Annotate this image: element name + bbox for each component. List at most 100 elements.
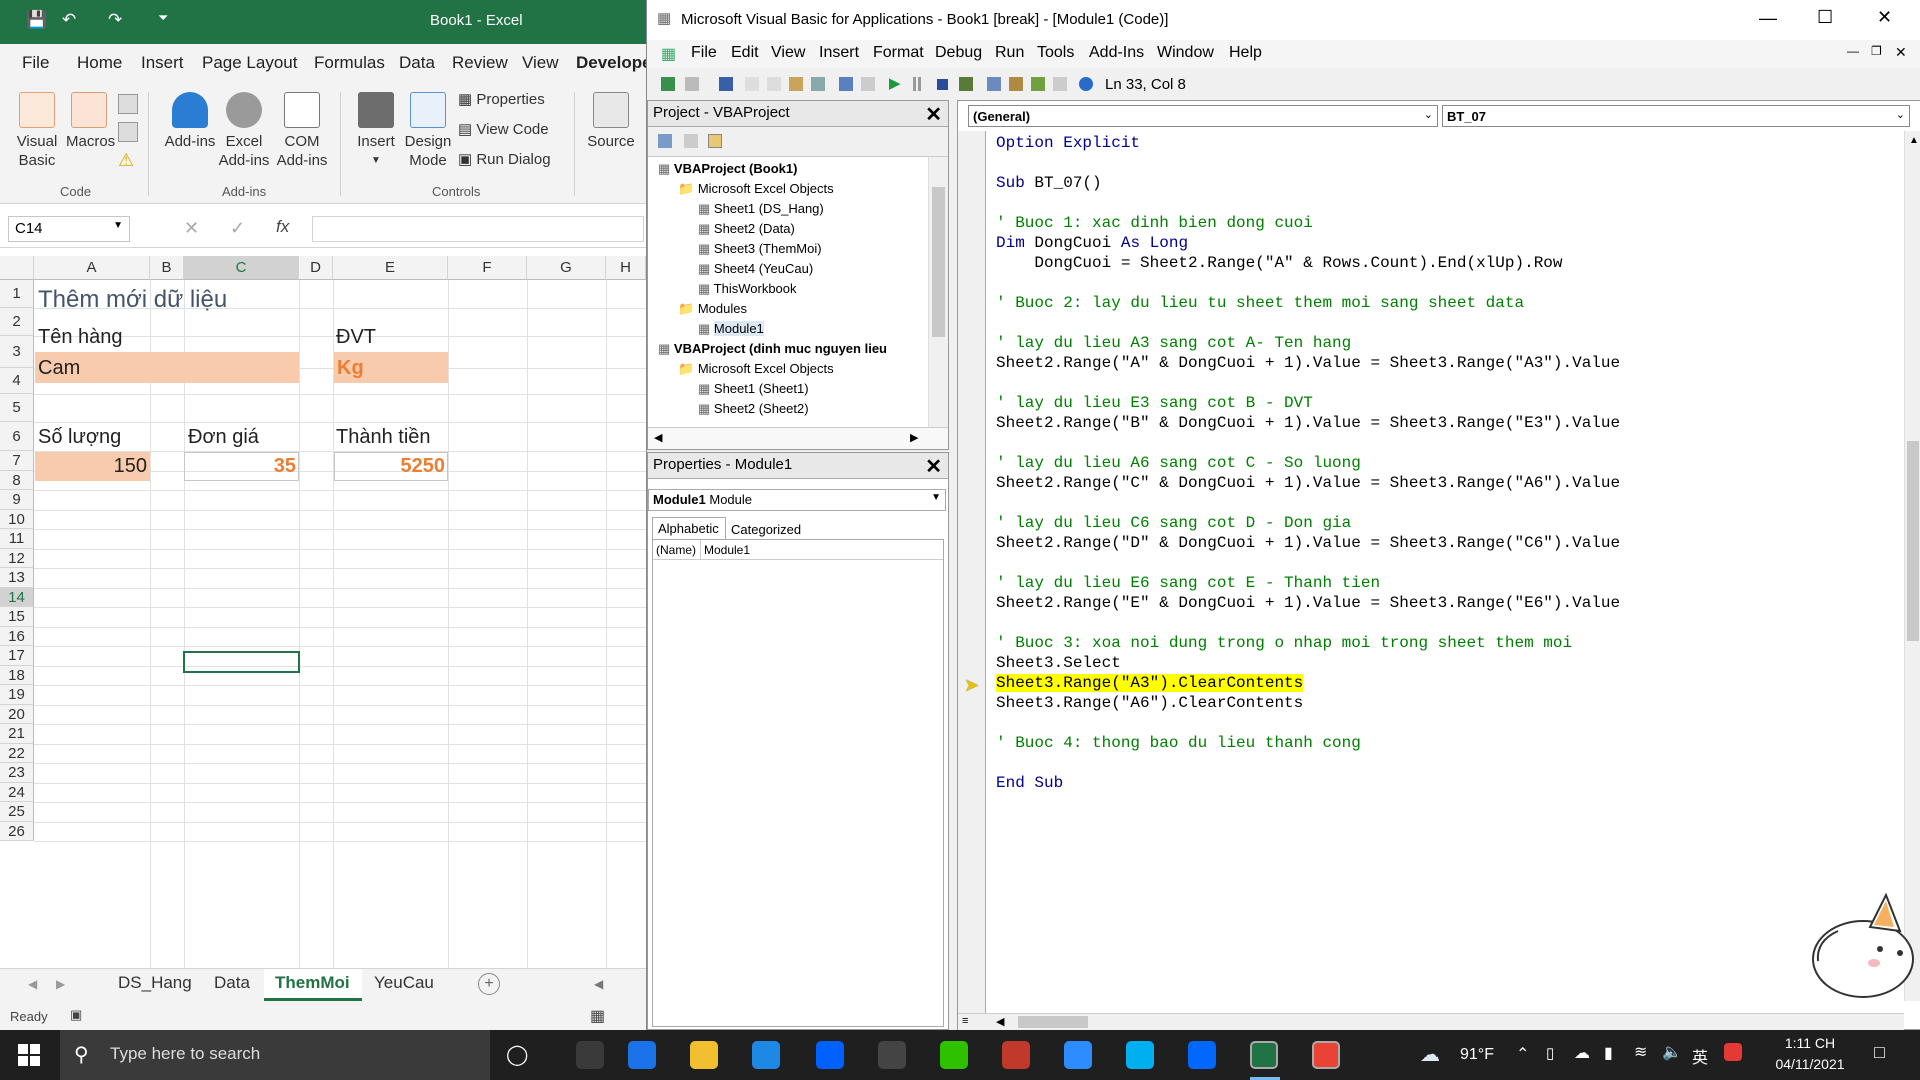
sheet-tab-ds-hang[interactable]: DS_Hang: [118, 973, 192, 993]
code-line[interactable]: Sheet3.Select: [996, 653, 1121, 673]
view-excel-icon[interactable]: [661, 77, 675, 91]
project-explorer-icon[interactable]: [987, 77, 1001, 91]
cut-icon[interactable]: [745, 77, 759, 91]
property-value[interactable]: Module1: [701, 540, 943, 560]
row-header[interactable]: 17: [0, 646, 34, 666]
cell-a1[interactable]: Thêm mới dữ liệu: [38, 286, 227, 314]
tab-formulas[interactable]: Formulas: [314, 53, 385, 73]
code-comment-line[interactable]: ' lay du lieu E3 sang cot B - DVT: [996, 393, 1313, 413]
find-icon[interactable]: [811, 77, 825, 91]
zalo-icon[interactable]: [1188, 1041, 1216, 1069]
worksheet-grid[interactable]: A B C D E F G H 1 2 3 4 5 6 7 8 9 10 11 12 13 14 15 16 1…: [0, 256, 646, 968]
code-line[interactable]: Sheet2.Range("E" & DongCuoi + 1).Value =…: [996, 593, 1620, 613]
tree-vbaproject-book1[interactable]: ▦ VBAProject (Book1): [658, 161, 797, 177]
tree-module1[interactable]: ▦ Module1: [698, 321, 764, 337]
row-header[interactable]: 18: [0, 665, 34, 685]
redo-icon[interactable]: [861, 77, 875, 91]
chrome-icon[interactable]: [1312, 1041, 1340, 1069]
column-header[interactable]: F: [448, 256, 527, 280]
scroll-left-icon[interactable]: ◀: [654, 431, 662, 444]
tree-sheet2-2[interactable]: ▦ Sheet2 (Sheet2): [698, 401, 809, 417]
cell-e3[interactable]: Kg: [337, 357, 364, 380]
code-comment-line[interactable]: ' Buoc 3: xoa noi dung trong o nhap moi …: [996, 633, 1572, 653]
redo-icon[interactable]: ↷: [108, 10, 122, 30]
row-header[interactable]: 8: [0, 470, 34, 490]
code-comment-line[interactable]: ' Buoc 2: lay du lieu tu sheet them moi …: [996, 293, 1524, 313]
code-horizontal-scrollbar[interactable]: ≡ ◀: [958, 1013, 1904, 1030]
app2-icon[interactable]: [1002, 1041, 1030, 1069]
tree-thisworkbook[interactable]: ▦ ThisWorkbook: [698, 281, 797, 297]
volume-icon[interactable]: 🔈: [1662, 1042, 1682, 1062]
tab-data[interactable]: Data: [399, 53, 435, 73]
column-header[interactable]: B: [150, 256, 184, 280]
macros-button[interactable]: Macros: [66, 92, 115, 151]
code-comment-line[interactable]: ' lay du lieu A3 sang cot A- Ten hang: [996, 333, 1351, 353]
save-icon[interactable]: [719, 77, 733, 91]
properties-button[interactable]: ▦ Properties: [458, 90, 545, 109]
onedrive-icon[interactable]: ☁: [1574, 1043, 1590, 1063]
tab-page-layout[interactable]: Page Layout: [202, 53, 297, 73]
cell-e2[interactable]: ĐVT: [336, 326, 376, 349]
tab-review[interactable]: Review: [452, 53, 508, 73]
excel-view-icon[interactable]: ▦: [661, 44, 676, 64]
tab-alphabetic[interactable]: Alphabetic: [652, 517, 726, 539]
battery-icon[interactable]: ▮: [1604, 1043, 1613, 1063]
row-header[interactable]: 16: [0, 626, 34, 646]
object-selector[interactable]: Module1 Module ▼: [648, 489, 946, 511]
sheet-tab-themmoi[interactable]: ThemMoi: [275, 973, 350, 993]
insert-function-icon[interactable]: fx: [276, 217, 289, 237]
row-header[interactable]: 5: [0, 394, 34, 422]
cell-c5[interactable]: Đơn giá: [188, 426, 259, 449]
source-button[interactable]: Source: [586, 92, 636, 151]
code-comment-line[interactable]: ' lay du lieu C6 sang cot D - Don gia: [996, 513, 1351, 533]
view-code-icon[interactable]: [658, 134, 672, 148]
reset-icon[interactable]: [937, 79, 948, 90]
app-icon[interactable]: [878, 1041, 906, 1069]
sheet-tab-yeucau[interactable]: YeuCau: [374, 973, 434, 993]
row-header[interactable]: 21: [0, 724, 34, 744]
row-header[interactable]: 9: [0, 490, 34, 510]
cell-a3[interactable]: Cam: [38, 357, 80, 380]
row-header[interactable]: 4: [0, 368, 34, 394]
row-header[interactable]: 20: [0, 704, 34, 724]
enter-icon[interactable]: ✓: [230, 218, 245, 239]
object-browser-icon[interactable]: [1031, 77, 1045, 91]
tab-categorized[interactable]: Categorized: [726, 519, 808, 539]
wechat-icon[interactable]: [940, 1041, 968, 1069]
add-ins-button[interactable]: Add-ins: [162, 92, 218, 151]
column-header[interactable]: E: [333, 256, 448, 280]
row-header[interactable]: 12: [0, 548, 34, 568]
tree-excel-objects-2[interactable]: 📁 Microsoft Excel Objects: [678, 361, 834, 377]
menu-run[interactable]: Run: [995, 44, 1024, 62]
child-restore-icon[interactable]: ❐: [1871, 44, 1882, 58]
code-line[interactable]: Sheet2.Range("A" & DongCuoi + 1).Value =…: [996, 353, 1620, 373]
scrollbar-thumb[interactable]: [1018, 1016, 1088, 1028]
code-comment-line[interactable]: ' lay du lieu A6 sang cot C - So luong: [996, 453, 1361, 473]
scroll-left-icon[interactable]: ◀: [996, 1015, 1004, 1028]
code-line[interactable]: Sheet3.Range("A6").ClearContents: [996, 693, 1303, 713]
wifi-icon[interactable]: ≋: [1634, 1042, 1647, 1062]
procedure-combo[interactable]: BT_07 ⌄: [1442, 105, 1910, 127]
cell-a2[interactable]: Tên hàng: [38, 326, 123, 349]
scroll-left-icon[interactable]: ◀: [28, 977, 37, 991]
row-header[interactable]: 3: [0, 336, 34, 368]
row-header[interactable]: 2: [0, 308, 34, 336]
tree-vbaproject-dinh-muc[interactable]: ▦ VBAProject (dinh muc nguyen lieu: [658, 341, 887, 357]
scroll-left-icon[interactable]: ◀: [594, 977, 603, 991]
ime-indicator[interactable]: 英: [1692, 1044, 1708, 1068]
toolbox-icon[interactable]: [1053, 77, 1067, 91]
notifications-icon[interactable]: □: [1874, 1042, 1885, 1063]
cell-a5[interactable]: Số lượng: [38, 426, 121, 449]
row-header[interactable]: 26: [0, 821, 34, 841]
tray-icon[interactable]: ▯: [1546, 1044, 1554, 1062]
tree-excel-objects[interactable]: 📁 Microsoft Excel Objects: [678, 181, 834, 197]
close-icon[interactable]: ✕: [925, 102, 942, 127]
insert-module-icon[interactable]: [685, 77, 699, 91]
horizontal-scrollbar[interactable]: ◀ ▶: [648, 427, 948, 449]
scroll-right-icon[interactable]: ▶: [910, 431, 918, 444]
close-icon[interactable]: ✕: [925, 454, 942, 479]
clock-date[interactable]: 04/11/2021: [1770, 1056, 1850, 1072]
file-explorer-icon[interactable]: [690, 1041, 718, 1069]
scrollbar-thumb[interactable]: [1907, 441, 1919, 641]
help-icon[interactable]: [1079, 77, 1093, 91]
